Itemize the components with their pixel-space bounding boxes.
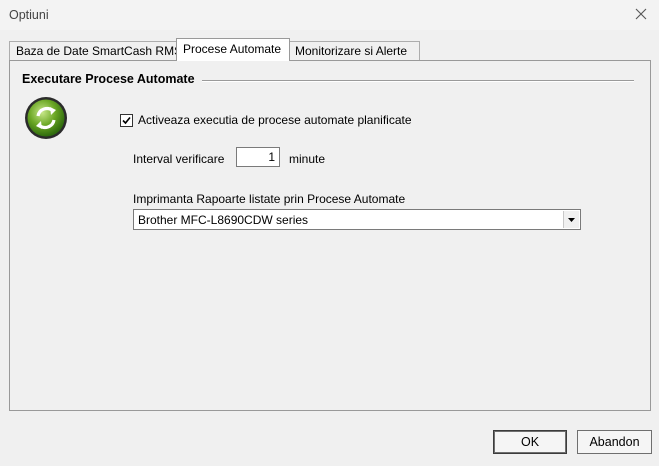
title-bar: Optiuni bbox=[0, 0, 659, 30]
tab-monitorizare[interactable]: Monitorizare si Alerte bbox=[288, 41, 420, 61]
tab-baza-de-date[interactable]: Baza de Date SmartCash RMS bbox=[9, 41, 182, 61]
tab-panel: Executare Procese Automate Activeaza exe… bbox=[9, 60, 651, 411]
printer-selected-value: Brother MFC-L8690CDW series bbox=[138, 213, 309, 227]
printer-label: Imprimanta Rapoarte listate prin Procese… bbox=[133, 192, 406, 206]
printer-select[interactable]: Brother MFC-L8690CDW series bbox=[133, 209, 581, 230]
refresh-icon bbox=[23, 95, 69, 141]
interval-input[interactable]: 1 bbox=[236, 147, 280, 167]
ok-button[interactable]: OK bbox=[493, 430, 567, 454]
interval-label: Interval verificare bbox=[133, 152, 225, 166]
tab-procese-automate[interactable]: Procese Automate bbox=[176, 38, 290, 61]
cancel-button[interactable]: Abandon bbox=[577, 430, 652, 454]
window-title: Optiuni bbox=[9, 8, 49, 22]
group-title: Executare Procese Automate bbox=[22, 72, 195, 86]
chevron-down-icon[interactable] bbox=[563, 211, 579, 228]
group-divider bbox=[202, 80, 634, 82]
enable-checkbox[interactable] bbox=[120, 114, 133, 127]
interval-unit: minute bbox=[289, 152, 326, 166]
enable-label: Activeaza executia de procese automate p… bbox=[138, 113, 412, 127]
close-icon[interactable] bbox=[633, 6, 649, 22]
